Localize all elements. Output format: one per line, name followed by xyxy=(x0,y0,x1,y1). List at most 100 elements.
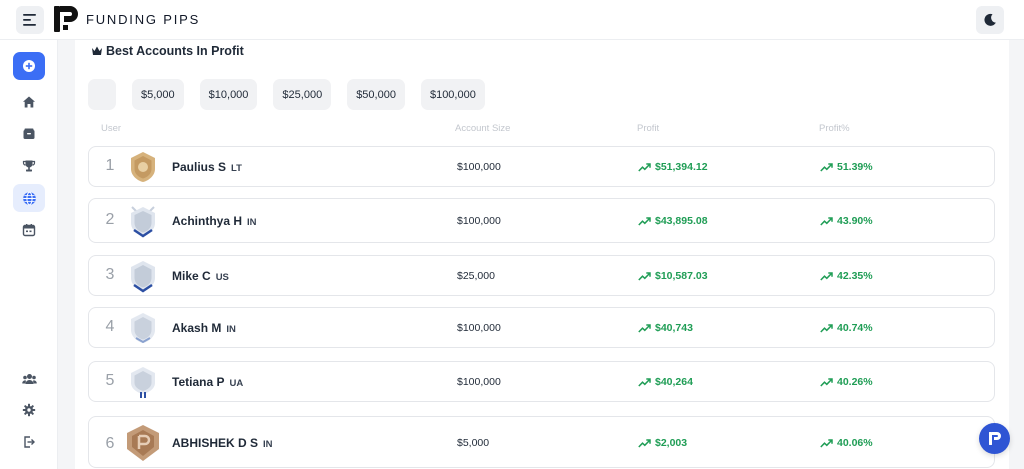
sidebar xyxy=(0,40,58,469)
rank-number: 4 xyxy=(105,318,115,335)
sidebar-item-accounts[interactable] xyxy=(13,120,45,148)
filter-5000-button[interactable]: $5,000 xyxy=(132,79,184,110)
filter-10000-button[interactable]: $10,000 xyxy=(199,79,258,110)
profit-pct-value: 51.39% xyxy=(820,161,873,173)
globe-icon xyxy=(22,191,36,205)
sidebar-item-global[interactable] xyxy=(13,184,45,212)
trend-up-icon xyxy=(638,438,651,448)
user-name: Achinthya H IN xyxy=(172,214,257,228)
rank-number: 2 xyxy=(105,211,115,228)
rank-number: 6 xyxy=(105,435,115,452)
country-code: IN xyxy=(226,324,236,335)
sidebar-item-home[interactable] xyxy=(13,88,45,116)
silver-badge-icon xyxy=(131,367,155,398)
country-code: LT xyxy=(231,163,242,174)
section-title: Best Accounts In Profit xyxy=(106,44,244,58)
user-name: Akash M IN xyxy=(172,321,236,335)
column-header-account-size: Account Size xyxy=(455,123,511,134)
home-icon xyxy=(23,96,35,108)
account-size-value: $5,000 xyxy=(457,437,490,449)
user-name: Paulius S LT xyxy=(172,160,242,174)
silver-badge-icon xyxy=(131,313,155,344)
wallet-icon xyxy=(23,128,35,139)
profit-pct-value: 40.06% xyxy=(820,437,873,449)
user-name: ABHISHEK D S IN xyxy=(172,436,273,450)
profit-pct-value: 43.90% xyxy=(820,215,873,227)
trend-up-icon xyxy=(638,377,651,387)
silver-badge-icon xyxy=(131,206,155,238)
sidebar-item-settings[interactable] xyxy=(13,396,45,424)
leaderboard-row[interactable]: 5 Tetiana P UA $100,000 $40,264 40.26% xyxy=(88,361,995,402)
trend-up-icon xyxy=(638,323,651,333)
trend-up-icon xyxy=(638,162,651,172)
account-size-value: $100,000 xyxy=(457,215,501,227)
trend-up-icon xyxy=(820,162,833,172)
profit-value: $43,895.08 xyxy=(638,215,708,227)
column-header-profit-pct: Profit% xyxy=(819,123,850,134)
leaderboard-row[interactable]: 1 Paulius S LT $100,000 $51,394.12 51.39% xyxy=(88,146,995,187)
country-code: UA xyxy=(229,378,244,389)
funding-pips-logo xyxy=(54,6,78,32)
profit-value: $40,264 xyxy=(638,376,693,388)
plus-icon xyxy=(23,60,35,72)
brand-name: FUNDING PIPS xyxy=(86,12,201,27)
filter-50000-button[interactable]: $50,000 xyxy=(347,79,405,110)
leaderboard-row[interactable]: 6 ABHISHEK D S IN $5,000 $2,003 40.06% xyxy=(88,416,995,468)
profit-value: $10,587.03 xyxy=(638,270,708,282)
filter-100000-button[interactable]: $100,000 xyxy=(420,79,485,110)
account-size-filters: $5,000 $10,000 $25,000 $50,000 $100,000 xyxy=(88,79,485,110)
profit-value: $2,003 xyxy=(638,437,687,449)
rank-number: 1 xyxy=(105,157,115,174)
silver-badge-icon xyxy=(131,261,155,293)
sidebar-item-new[interactable] xyxy=(13,52,45,80)
column-header-user: User xyxy=(101,123,122,134)
menu-icon xyxy=(23,14,36,26)
leaderboard-panel: Best Accounts In Profit $5,000 $10,000 $… xyxy=(75,40,1009,469)
menu-toggle-button[interactable] xyxy=(16,6,44,34)
crown-icon xyxy=(92,46,102,55)
user-name: Tetiana P UA xyxy=(172,375,244,389)
leaderboard-row[interactable]: 2 Achinthya H IN $100,000 $43,895.08 43.9… xyxy=(88,198,995,243)
profit-pct-value: 40.26% xyxy=(820,376,873,388)
account-size-value: $100,000 xyxy=(457,161,501,173)
filter-25000-button[interactable]: $25,000 xyxy=(273,79,332,110)
top-bar: FUNDING PIPS xyxy=(0,0,1024,40)
account-size-value: $100,000 xyxy=(457,376,501,388)
filter-all-button[interactable] xyxy=(88,79,116,110)
sidebar-item-leaderboard[interactable] xyxy=(13,152,45,180)
gear-icon xyxy=(22,403,36,417)
trend-up-icon xyxy=(820,271,833,281)
calendar-icon xyxy=(22,224,36,237)
logout-icon xyxy=(24,436,35,448)
trend-up-icon xyxy=(820,438,833,448)
profit-pct-value: 40.74% xyxy=(820,322,873,334)
rank-number: 3 xyxy=(105,266,115,283)
users-icon xyxy=(21,374,37,384)
user-name: Mike C US xyxy=(172,269,229,283)
profit-value: $51,394.12 xyxy=(638,161,708,173)
sidebar-item-community[interactable] xyxy=(13,365,45,393)
trend-up-icon xyxy=(638,216,651,226)
bronze-badge-icon xyxy=(127,425,159,461)
country-code: US xyxy=(215,272,229,283)
trophy-icon xyxy=(22,160,36,172)
moon-icon xyxy=(984,13,996,26)
leaderboard-row[interactable]: 3 Mike C US $25,000 $10,587.03 42.35% xyxy=(88,255,995,296)
trend-up-icon xyxy=(820,216,833,226)
country-code: IN xyxy=(247,217,257,228)
rank-number: 5 xyxy=(105,372,115,389)
trend-up-icon xyxy=(638,271,651,281)
column-header-profit: Profit xyxy=(637,123,660,134)
funding-pips-chat-icon xyxy=(988,432,1001,445)
country-code: IN xyxy=(263,439,273,450)
support-chat-button[interactable] xyxy=(979,423,1010,454)
profit-value: $40,743 xyxy=(638,322,693,334)
theme-toggle-button[interactable] xyxy=(976,6,1004,34)
sidebar-item-calendar[interactable] xyxy=(13,216,45,244)
leaderboard-row[interactable]: 4 Akash M IN $100,000 $40,743 40.74% xyxy=(88,307,995,348)
section-heading: Best Accounts In Profit xyxy=(91,44,244,58)
trend-up-icon xyxy=(820,323,833,333)
trend-up-icon xyxy=(820,377,833,387)
gold-badge-icon xyxy=(131,152,155,182)
sidebar-item-logout[interactable] xyxy=(13,428,45,456)
